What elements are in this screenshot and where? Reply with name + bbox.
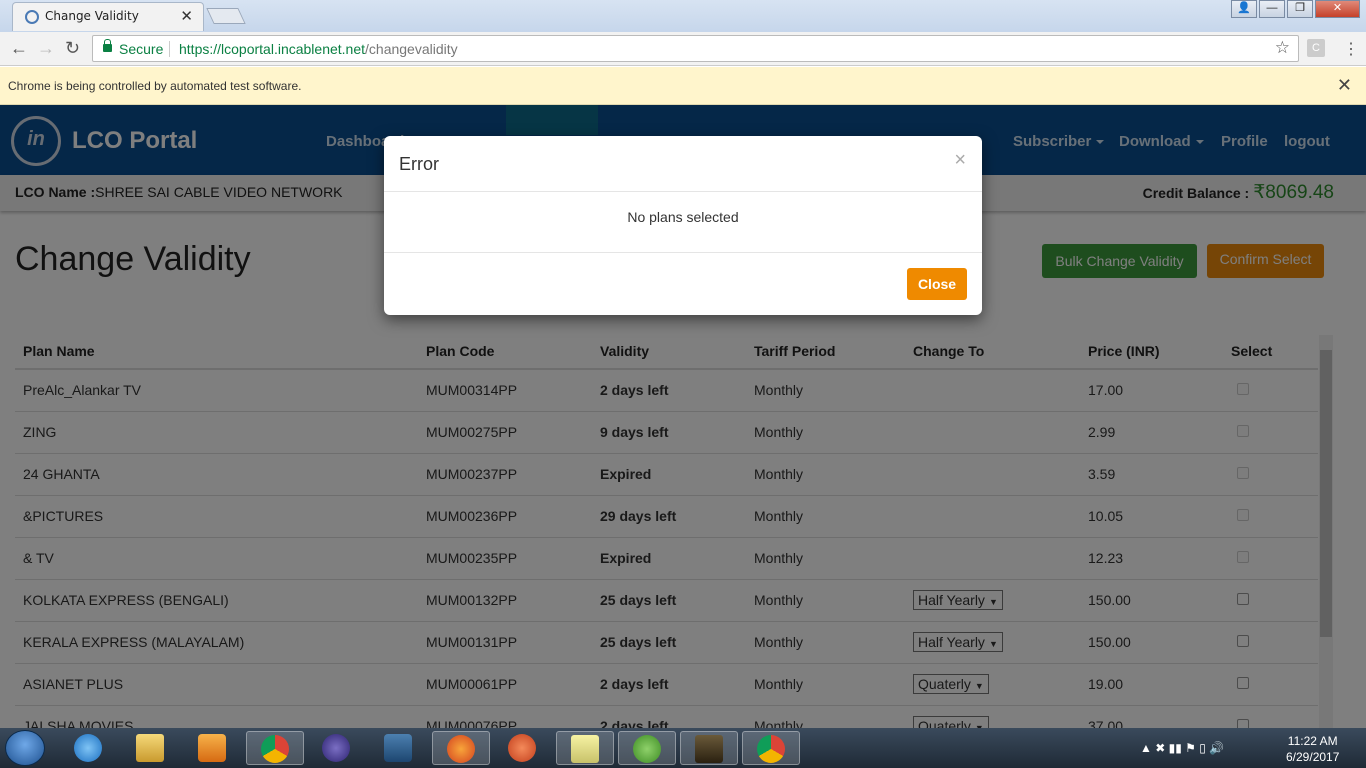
- modal-footer-divider: [384, 252, 982, 253]
- new-tab-button[interactable]: [206, 8, 246, 24]
- reload-icon[interactable]: ↻: [65, 38, 80, 59]
- chrome-menu-icon[interactable]: ⋮: [1343, 39, 1359, 59]
- taskbar-java-ide[interactable]: [680, 731, 738, 765]
- page-content: in LCO Portal Dashboard Subscriber Downl…: [0, 105, 1366, 728]
- modal-close-button[interactable]: Close: [907, 268, 967, 300]
- url-text: https://lcoportal.incablenet.net/changev…: [179, 41, 458, 57]
- error-modal: Error × No plans selected Close: [384, 136, 982, 315]
- secure-label: Secure: [119, 41, 164, 57]
- maximize-button[interactable]: ❐: [1287, 0, 1313, 18]
- taskbar-explorer[interactable]: [122, 731, 180, 765]
- taskbar-eclipse[interactable]: [308, 731, 366, 765]
- start-button[interactable]: [5, 730, 45, 766]
- taskbar-notes[interactable]: [556, 731, 614, 765]
- taskbar-mysql[interactable]: [370, 731, 428, 765]
- window-close-button[interactable]: ✕: [1315, 0, 1360, 18]
- extension-icon[interactable]: C: [1307, 39, 1325, 57]
- modal-title: Error: [399, 154, 439, 174]
- browser-tab[interactable]: Change Validity ✕: [12, 2, 204, 31]
- minimize-button[interactable]: —: [1259, 0, 1285, 18]
- address-divider: [169, 41, 170, 57]
- java-ee-ide-icon: [695, 735, 723, 763]
- utorrent-icon: [633, 735, 661, 763]
- taskbar-utorrent[interactable]: [618, 731, 676, 765]
- url-host: https://lcoportal.incablenet.net: [179, 41, 366, 57]
- forward-arrow-icon[interactable]: →: [37, 38, 55, 59]
- address-bar[interactable]: Secure https://lcoportal.incablenet.net/…: [92, 35, 1299, 62]
- tab-close-icon[interactable]: ✕: [180, 7, 193, 25]
- user-icon[interactable]: 👤: [1231, 0, 1257, 18]
- site-favicon-icon: [25, 10, 39, 24]
- sticky-notes-icon: [571, 735, 599, 763]
- taskbar-chrome-1[interactable]: [246, 731, 304, 765]
- modal-close-icon[interactable]: ×: [954, 149, 966, 172]
- mysql-icon: [384, 734, 412, 762]
- browser-toolbar: ← → ↻ Secure https://lcoportal.incablene…: [0, 32, 1366, 66]
- window-controls: 👤 — ❐ ✕: [1229, 0, 1360, 18]
- bookmark-star-icon[interactable]: ☆: [1275, 38, 1290, 58]
- taskbar-chrome-2[interactable]: [742, 731, 800, 765]
- folder-icon: [136, 734, 164, 762]
- chrome-icon: [757, 735, 785, 763]
- eclipse-icon: [322, 734, 350, 762]
- chrome-icon: [261, 735, 289, 763]
- infobar-message: Chrome is being controlled by automated …: [8, 79, 302, 93]
- firefox-icon: [447, 735, 475, 763]
- modal-message: No plans selected: [627, 209, 739, 225]
- tab-title: Change Validity: [45, 9, 139, 23]
- url-path: /changevalidity: [365, 41, 458, 57]
- system-tray[interactable]: ▲ ✖ ▮▮ ⚑ ▯ 🔊: [1140, 741, 1224, 755]
- media-player-icon: [198, 734, 226, 762]
- taskbar-firefox[interactable]: [432, 731, 490, 765]
- taskbar-clock[interactable]: 11:22 AM 6/29/2017: [1286, 733, 1339, 765]
- taskbar-tool[interactable]: [494, 731, 552, 765]
- lock-icon: [103, 39, 112, 52]
- taskbar-media[interactable]: [184, 731, 242, 765]
- tool-icon: [508, 734, 536, 762]
- clock-date: 6/29/2017: [1286, 750, 1340, 764]
- modal-header-divider: [384, 191, 982, 192]
- automation-infobar: Chrome is being controlled by automated …: [0, 67, 1366, 105]
- ie-icon: [74, 734, 102, 762]
- browser-titlebar: Change Validity ✕ 👤 — ❐ ✕: [0, 0, 1366, 32]
- windows-taskbar: ▲ ✖ ▮▮ ⚑ ▯ 🔊 11:22 AM 6/29/2017: [0, 728, 1366, 768]
- infobar-close-icon[interactable]: ✕: [1337, 75, 1352, 96]
- taskbar-ie[interactable]: [60, 731, 118, 765]
- clock-time: 11:22 AM: [1287, 734, 1338, 748]
- back-arrow-icon[interactable]: ←: [10, 38, 28, 59]
